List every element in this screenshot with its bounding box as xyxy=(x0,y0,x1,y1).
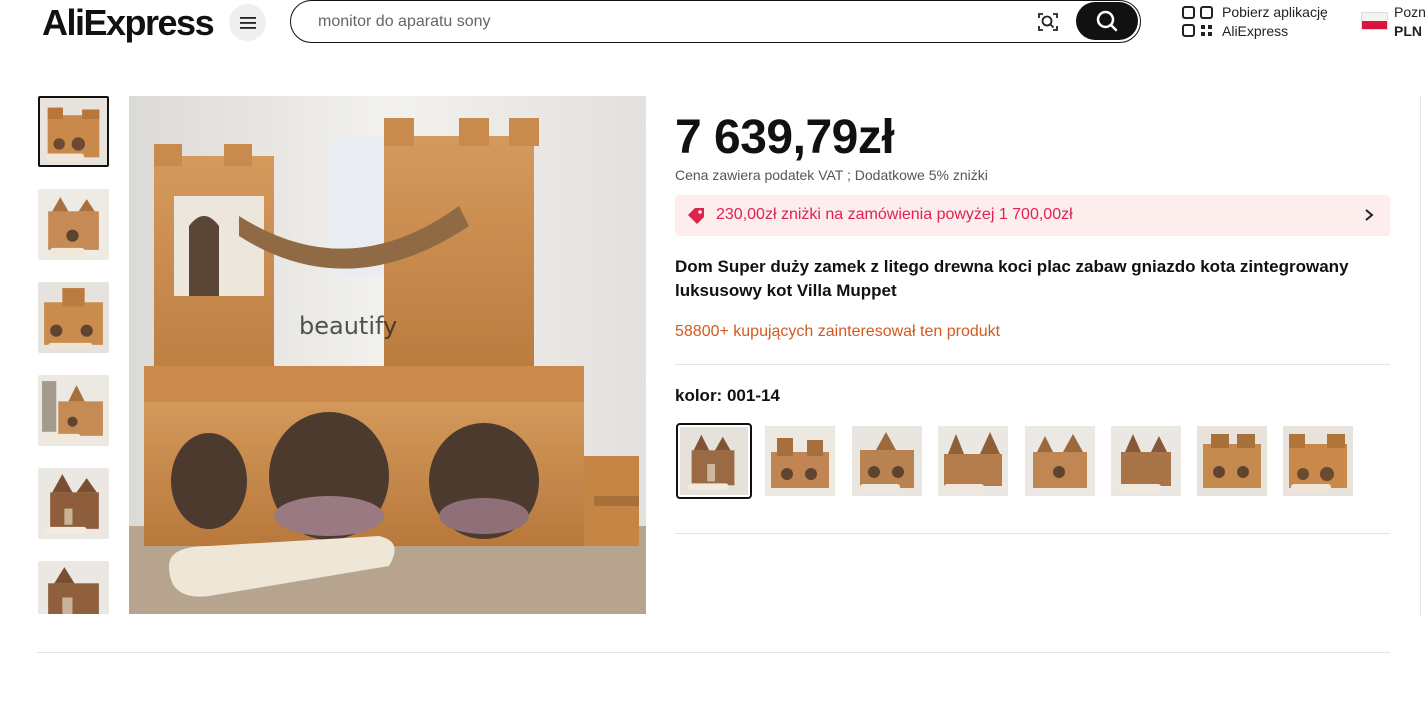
color-swatch-4[interactable] xyxy=(938,426,1008,496)
search-bar xyxy=(290,0,1141,43)
header: AliExpress Pobierz aplikację xyxy=(0,0,1425,50)
color-value: 001-14 xyxy=(726,386,780,405)
poland-flag-icon[interactable] xyxy=(1361,12,1388,30)
thumbnail-2[interactable] xyxy=(38,189,109,260)
promo-text: 230,00zł zniżki na zamówienia powyżej 1 … xyxy=(716,206,1073,223)
color-label: kolor: 001-14 xyxy=(675,386,780,406)
main-product-image[interactable]: beautify xyxy=(129,96,646,614)
lang-line1: Pozn xyxy=(1394,4,1425,20)
divider xyxy=(675,533,1390,534)
product-price: 7 639,79zł xyxy=(675,111,895,164)
thumbnail-4[interactable] xyxy=(38,375,109,446)
qr-code-icon[interactable] xyxy=(1182,6,1213,37)
watermark-text: beautify xyxy=(299,312,397,340)
color-swatch-3[interactable] xyxy=(852,426,922,496)
color-label-prefix: kolor: xyxy=(675,386,727,405)
app-line1: Pobierz aplikację xyxy=(1222,4,1328,20)
download-app-link[interactable]: Pobierz aplikację AliExpress xyxy=(1222,3,1328,41)
search-input[interactable] xyxy=(318,13,1018,31)
app-line2: AliExpress xyxy=(1222,23,1289,39)
thumbnail-3[interactable] xyxy=(38,282,109,353)
coupon-tag-icon xyxy=(688,208,704,224)
thumbnail-6[interactable] xyxy=(38,561,109,614)
color-swatch-6[interactable] xyxy=(1111,426,1181,496)
divider xyxy=(37,652,1390,653)
camera-search-icon[interactable] xyxy=(1036,10,1060,34)
color-swatches xyxy=(676,423,1376,500)
currency-label: PLN xyxy=(1394,23,1422,39)
thumbnail-list xyxy=(38,96,110,614)
menu-icon xyxy=(239,16,256,29)
menu-button[interactable] xyxy=(229,4,266,41)
color-swatch-5[interactable] xyxy=(1025,426,1095,496)
thumbnail-1[interactable] xyxy=(38,96,109,167)
aliexpress-logo[interactable]: AliExpress xyxy=(42,2,215,44)
divider xyxy=(675,364,1390,365)
thumbnail-5[interactable] xyxy=(38,468,109,539)
color-swatch-1[interactable] xyxy=(676,423,752,499)
interest-count: 58800+ kupujących zainteresował ten prod… xyxy=(675,323,1001,340)
tax-note: Cena zawiera podatek VAT ; Dodatkowe 5% … xyxy=(675,167,988,183)
search-button[interactable] xyxy=(1076,2,1138,40)
color-swatch-8[interactable] xyxy=(1283,426,1353,496)
color-swatch-7[interactable] xyxy=(1197,426,1267,496)
product-title: Dom Super duży zamek z litego drewna koc… xyxy=(675,257,1349,300)
promo-banner[interactable]: 230,00zł zniżki na zamówienia powyżej 1 … xyxy=(675,195,1390,236)
color-swatch-2[interactable] xyxy=(765,426,835,496)
chevron-right-icon xyxy=(1365,209,1374,221)
search-icon xyxy=(1096,10,1118,32)
language-currency-selector[interactable]: Pozn PLN xyxy=(1394,3,1425,41)
side-panel-edge xyxy=(1420,96,1421,616)
